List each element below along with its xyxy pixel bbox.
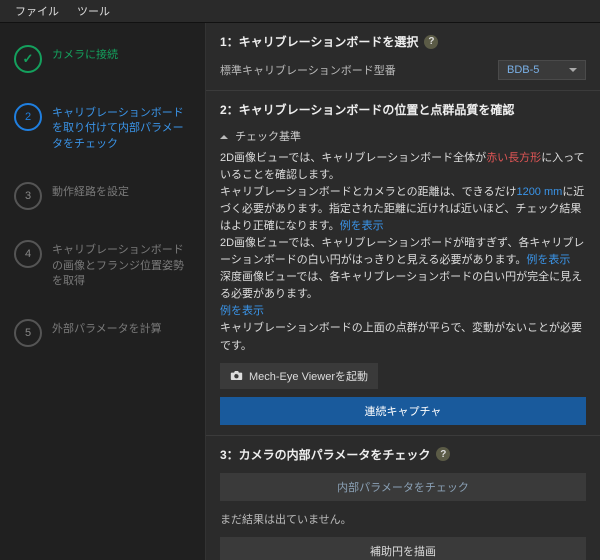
step-number-icon: 4 [14, 240, 42, 268]
text: 2D画像ビューでは、キャリブレーションボード全体が [220, 152, 486, 164]
help-icon[interactable]: ? [436, 447, 450, 461]
check-criteria-label: チェック基準 [235, 131, 301, 143]
text: 深度画像ビューでは、各キャリブレーションボードの白い円が完全に見える必要がありま… [220, 271, 582, 300]
section-title: 3：カメラの内部パラメータをチェック ? [220, 446, 586, 463]
section-title-text: 1：キャリブレーションボードを選択 [220, 33, 418, 50]
draw-circles-button[interactable]: 補助円を描画 [220, 537, 586, 560]
step-label: 外部パラメータを計算 [52, 319, 162, 337]
step-number-icon: 3 [14, 182, 42, 210]
section-title: 2：キャリブレーションボードの位置と点群品質を確認 [220, 101, 586, 118]
highlight-link: 1200 mm [516, 186, 562, 198]
help-icon[interactable]: ? [424, 35, 438, 49]
model-row: 標準キャリブレーションボード型番 BDB-5 [220, 60, 586, 80]
model-label: 標準キャリブレーションボード型番 [220, 62, 396, 78]
check-intrinsics-button[interactable]: 内部パラメータをチェック [220, 473, 586, 501]
section-2-check-board: 2：キャリブレーションボードの位置と点群品質を確認 チェック基準 2D画像ビュー… [206, 91, 600, 436]
step-5-extrinsic[interactable]: 5 外部パラメータを計算 [0, 311, 205, 355]
section-1-select-board: 1：キャリブレーションボードを選択 ? 標準キャリブレーションボード型番 BDB… [206, 23, 600, 91]
section-title: 1：キャリブレーションボードを選択 ? [220, 33, 586, 50]
check-criteria-header[interactable]: チェック基準 [220, 128, 586, 144]
section-title-text: 2：キャリブレーションボードの位置と点群品質を確認 [220, 101, 514, 118]
example-link[interactable]: 例を表示 [526, 254, 570, 266]
step-label: キャリブレーションボードの画像とフランジ位置姿勢を取得 [52, 240, 193, 289]
section-title-text: 3：カメラの内部パラメータをチェック [220, 446, 430, 463]
step-2-calibration-board[interactable]: 2 キャリブレーションボードを取り付けて内部パラメータをチェック [0, 95, 205, 160]
step-label: キャリブレーションボードを取り付けて内部パラメータをチェック [52, 103, 193, 152]
sidebar: カメラに接続 2 キャリブレーションボードを取り付けて内部パラメータをチェック … [0, 23, 206, 560]
step-label: 動作経路を設定 [52, 182, 129, 200]
dropdown-value: BDB-5 [507, 64, 539, 76]
menu-file[interactable]: ファイル [6, 3, 68, 19]
step-1-connect-camera[interactable]: カメラに接続 [0, 37, 205, 81]
menu-bar: ファイル ツール [0, 0, 600, 23]
chevron-down-icon [569, 68, 577, 76]
highlight-red: 赤い長方形 [486, 152, 541, 164]
text: キャリブレーションボードの上面の点群が平らで、変動がないことが必要です。 [220, 322, 582, 351]
continuous-capture-button[interactable]: 連続キャプチャ [220, 397, 586, 425]
camera-icon [230, 370, 243, 381]
main-body: カメラに接続 2 キャリブレーションボードを取り付けて内部パラメータをチェック … [0, 23, 600, 560]
step-label: カメラに接続 [52, 45, 118, 63]
caret-up-icon [220, 131, 228, 139]
menu-tool[interactable]: ツール [68, 3, 119, 19]
launch-mech-eye-button[interactable]: Mech-Eye Viewerを起動 [220, 363, 378, 389]
check-icon [14, 45, 42, 73]
step-number-icon: 5 [14, 319, 42, 347]
step-number-icon: 2 [14, 103, 42, 131]
example-link[interactable]: 例を表示 [220, 305, 264, 317]
main-panel: 1：キャリブレーションボードを選択 ? 標準キャリブレーションボード型番 BDB… [206, 23, 600, 560]
example-link[interactable]: 例を表示 [340, 220, 384, 232]
button-label: Mech-Eye Viewerを起動 [249, 368, 368, 384]
status-text: まだ結果は出ていません。 [220, 511, 586, 527]
section-3-intrinsics: 3：カメラの内部パラメータをチェック ? 内部パラメータをチェック まだ結果は出… [206, 436, 600, 560]
step-4-flange[interactable]: 4 キャリブレーションボードの画像とフランジ位置姿勢を取得 [0, 232, 205, 297]
check-criteria-body: 2D画像ビューでは、キャリブレーションボード全体が赤い長方形に入っていることを確… [220, 150, 586, 355]
board-model-dropdown[interactable]: BDB-5 [498, 60, 586, 80]
step-3-path[interactable]: 3 動作経路を設定 [0, 174, 205, 218]
text: キャリブレーションボードとカメラとの距離は、できるだけ [220, 186, 516, 198]
